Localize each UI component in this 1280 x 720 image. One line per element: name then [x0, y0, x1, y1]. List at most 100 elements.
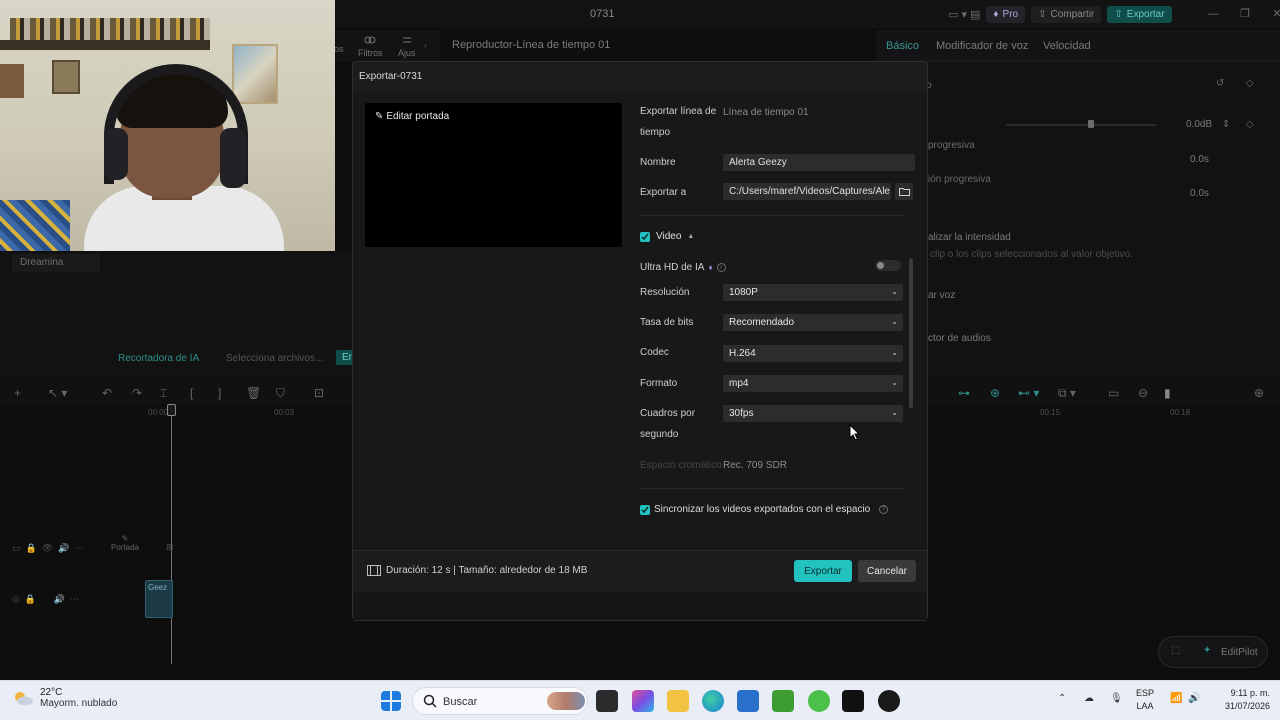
crop-icon[interactable]: ⊡ [314, 386, 324, 400]
zoom-in-icon[interactable]: ⊕ [1254, 386, 1264, 400]
select-icon[interactable]: ↖ ▾ [48, 386, 67, 400]
export-top-button[interactable]: ⇧ Exportar [1107, 6, 1172, 23]
chevron-down-icon: ⌄ [891, 408, 898, 417]
format-value: mp4 [729, 378, 749, 389]
close-icon[interactable]: ✕ [1264, 7, 1280, 20]
edit-cover-label: Editar portada [386, 111, 450, 122]
keyframe-icon[interactable]: ◇ [1246, 119, 1254, 130]
shelf [0, 40, 210, 50]
dialog-scrollbar[interactable] [909, 258, 913, 408]
cancel-button[interactable]: Cancelar [858, 560, 916, 582]
tab-speed[interactable]: Velocidad [1043, 40, 1091, 52]
info-icon[interactable]: i [716, 263, 726, 272]
folder-button[interactable] [895, 183, 913, 200]
sync-checkbox[interactable] [640, 504, 650, 515]
track-layer-icon: ⊞ [166, 542, 174, 552]
keyframe-icon[interactable]: ◇ [1246, 78, 1254, 89]
sync-row[interactable]: Sincronizar los videos exportados con el… [640, 504, 889, 515]
preview-axis-icon[interactable]: ⧉ ▾ [1058, 386, 1076, 401]
share-button[interactable]: ⇪ Compartir [1031, 6, 1102, 23]
bitrate-select[interactable]: Recomendado ⌄ [723, 314, 903, 331]
resolution-select[interactable]: 1080P ⌄ [723, 284, 903, 301]
zoom-out-icon[interactable]: ⊖ [1138, 386, 1148, 400]
capcut-icon[interactable] [842, 690, 864, 712]
dreamina-item[interactable]: Dreamina [12, 254, 100, 272]
file-explorer-icon[interactable] [667, 690, 689, 712]
redo-icon[interactable]: ↷ [132, 386, 142, 400]
shelf-objects [10, 18, 210, 40]
undo-icon[interactable]: ↶ [102, 386, 112, 400]
m365-icon[interactable] [632, 690, 654, 712]
tool-adjust[interactable]: Ajus [398, 34, 416, 58]
layout-icon[interactable]: ▭ ▾ ▤ [948, 8, 980, 21]
track-controls-video[interactable]: ▭ 🔒 👁 🔊 ⋯ [12, 543, 83, 554]
playhead-handle[interactable] [167, 404, 176, 416]
store-icon[interactable] [737, 690, 759, 712]
ai-cutter-label[interactable]: Recortadora de IA [118, 353, 199, 364]
zoom-slider-knob[interactable]: ▮ [1164, 386, 1171, 400]
format-select[interactable]: mp4 ⌄ [723, 375, 903, 392]
volume-icon[interactable]: 🔊 [1188, 693, 1200, 704]
stepper-icon[interactable]: ⇕ [1222, 119, 1230, 130]
caption-icon[interactable]: ▭ [1108, 386, 1119, 400]
onedrive-icon[interactable]: ☁ [1084, 693, 1094, 704]
weather-widget[interactable]: 22°C Mayorm. nublado [12, 687, 117, 709]
app-title: 0731 [590, 8, 615, 20]
shield-icon[interactable]: ⛉ [276, 386, 285, 401]
minecraft-icon[interactable] [772, 690, 794, 712]
volume-knob[interactable] [1088, 120, 1094, 128]
microphone-icon[interactable]: 🎙 [1110, 693, 1123, 704]
video-section-toggle[interactable]: Video ▲ [640, 231, 694, 242]
recorder-icon[interactable] [878, 690, 900, 712]
playhead-line[interactable] [171, 406, 172, 664]
ultra-hd-toggle[interactable] [875, 260, 901, 271]
trim-right-icon[interactable]: ] [218, 386, 221, 400]
volume-slider[interactable] [1006, 124, 1156, 126]
tool-label: Filtros [358, 48, 383, 58]
minimize-icon[interactable]: — [1200, 8, 1226, 20]
info-icon[interactable]: ? [879, 505, 889, 514]
delete-icon[interactable]: 🗑 [246, 386, 261, 400]
split-icon[interactable]: ⌶ [160, 386, 167, 401]
taskbar-search[interactable]: Buscar [412, 687, 588, 715]
name-label: Nombre [640, 157, 676, 168]
magnet-icon[interactable]: ⊕ [990, 386, 1000, 400]
add-icon[interactable]: + [14, 386, 21, 400]
track-controls-audio[interactable]: ◎ 🔒 🔊 ⋯ [12, 594, 79, 605]
chevron-right-icon[interactable]: › [424, 40, 427, 50]
cloud-app-icon[interactable] [808, 690, 830, 712]
pro-button[interactable]: ♦ Pro [986, 6, 1026, 23]
ai-select-label[interactable]: Selecciona archivos... [226, 353, 323, 364]
export-path-field[interactable]: C:/Users/maref/Videos/Captures/Ale... [723, 183, 891, 200]
cloud-sun-icon [15, 692, 33, 706]
fps-select[interactable]: 30fps ⌄ [723, 405, 903, 422]
check-icon [641, 233, 649, 240]
cover-preview[interactable]: ✎ Editar portada [365, 103, 622, 247]
codec-select[interactable]: H.264 ⌄ [723, 345, 903, 362]
ruler-label: 00:03 [274, 408, 295, 417]
maximize-icon[interactable]: ❐ [1232, 7, 1258, 20]
editpilot-button[interactable]: ⬚ ✦ EditPilot [1158, 636, 1268, 668]
audio-clip[interactable]: Geez [145, 580, 173, 618]
edit-cover-button[interactable]: ✎ Editar portada [375, 111, 449, 122]
windows-start-icon[interactable] [381, 691, 401, 711]
reset-icon[interactable]: ↺ [1216, 78, 1224, 89]
clock[interactable]: 9:11 p. m. 31/07/2026 [1214, 687, 1270, 713]
right-tabs: Básico Modificador de voz Velocidad [876, 30, 1280, 62]
tool-filters[interactable]: Filtros [358, 34, 383, 58]
chevron-up-icon[interactable]: ⌃ [1058, 693, 1066, 704]
wifi-icon[interactable]: 📶 [1170, 693, 1182, 704]
name-field[interactable]: Alerta Geezy [723, 154, 915, 171]
video-checkbox[interactable] [640, 231, 650, 242]
tab-basic[interactable]: Básico [886, 40, 919, 52]
cover-slot[interactable]: ✎ Portada [110, 534, 140, 552]
edge-icon[interactable] [702, 690, 724, 712]
trim-left-icon[interactable]: [ [190, 386, 193, 400]
task-view-icon[interactable] [596, 690, 618, 712]
check-icon [641, 506, 649, 513]
snap-icon[interactable]: ⊷ ▾ [1018, 386, 1039, 400]
language-indicator[interactable]: ESP LAA [1136, 687, 1154, 713]
tab-voice-modifier[interactable]: Modificador de voz [936, 40, 1028, 52]
export-button[interactable]: Exportar [794, 560, 852, 582]
link-icon[interactable]: ⊶ [958, 386, 970, 400]
